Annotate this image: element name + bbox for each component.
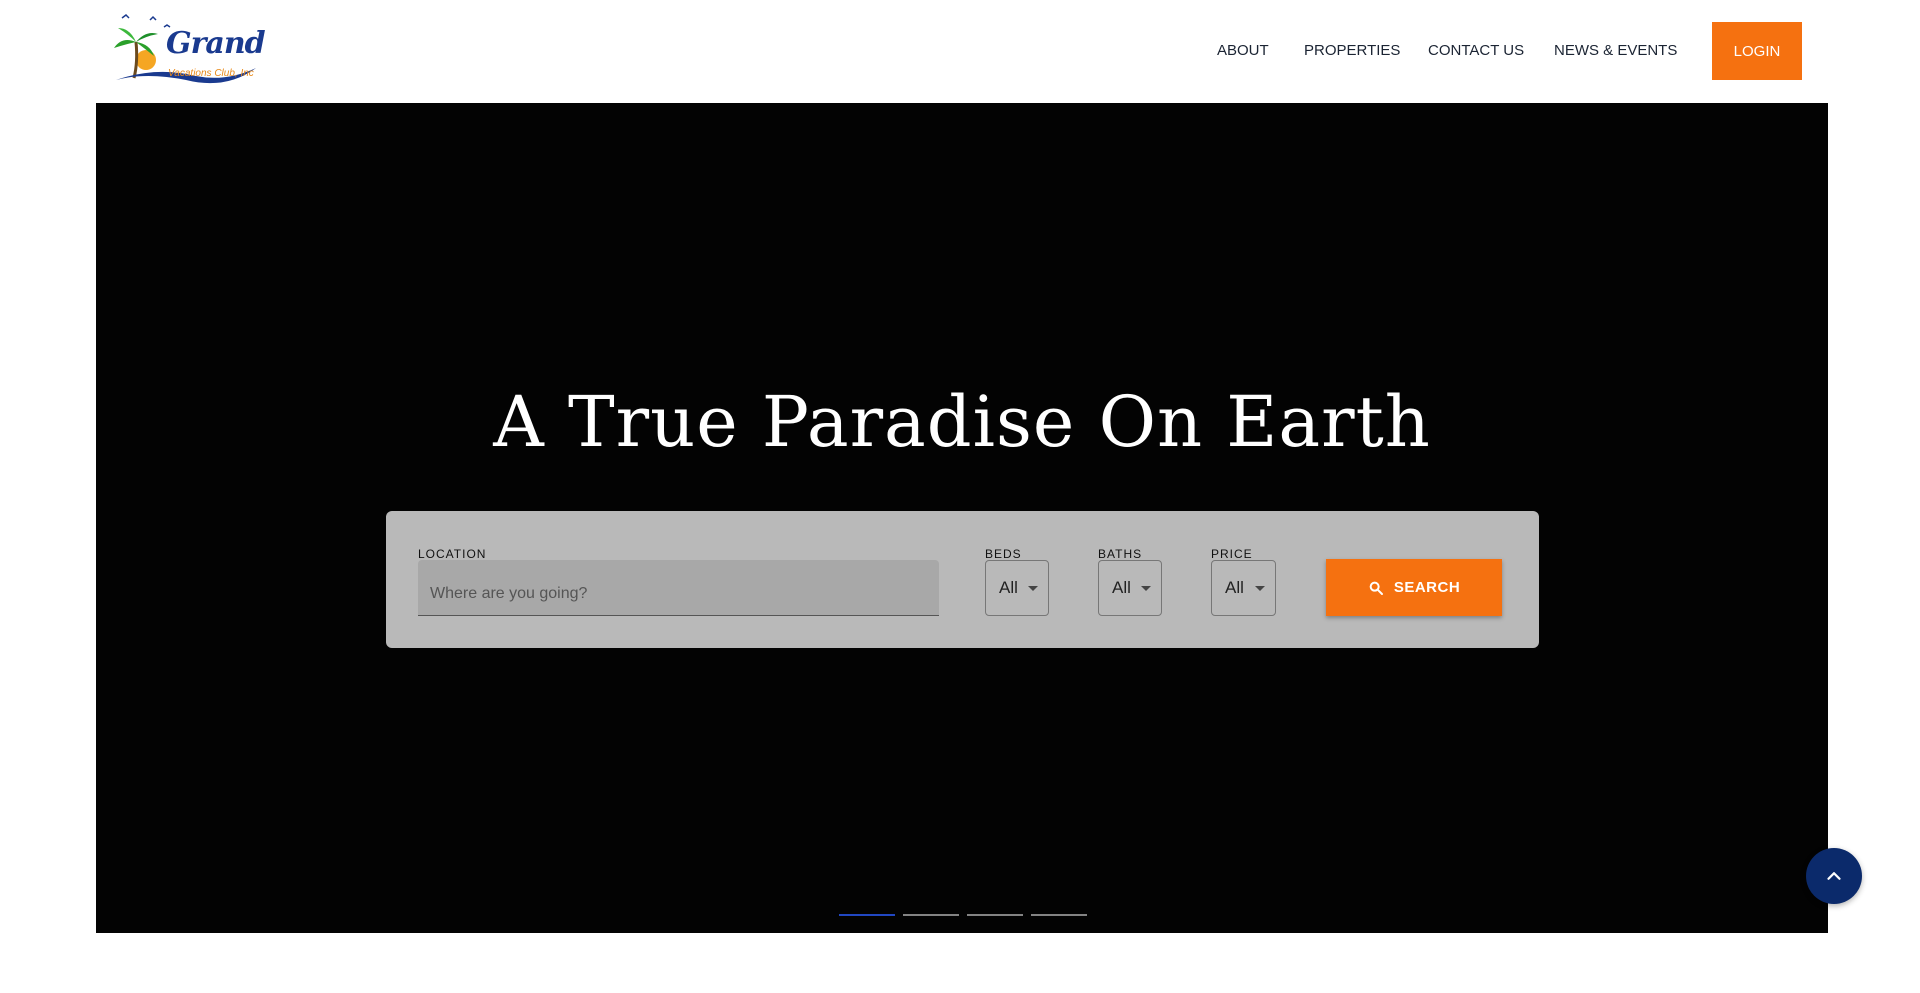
- search-button[interactable]: SEARCH: [1326, 559, 1502, 616]
- slide-dot-2[interactable]: [903, 914, 959, 916]
- search-icon: [1369, 581, 1383, 595]
- baths-value: All: [1112, 578, 1131, 597]
- logo-subtitle: Vacations Club, Inc: [168, 68, 254, 79]
- search-button-label: SEARCH: [1393, 579, 1461, 596]
- hero-title: A True Paradise On Earth: [493, 381, 1431, 463]
- beds-value: All: [999, 578, 1018, 597]
- baths-select[interactable]: All: [1098, 560, 1162, 616]
- baths-label: BATHS: [1098, 547, 1143, 561]
- nav-item-properties[interactable]: PROPERTIES: [1304, 42, 1400, 59]
- price-value: All: [1225, 578, 1244, 597]
- location-label: LOCATION: [418, 547, 487, 561]
- slide-dot-1[interactable]: [839, 914, 895, 916]
- search-panel: LOCATION BEDS All BATHS All PRICE All SE…: [386, 511, 1539, 648]
- location-input[interactable]: [418, 560, 939, 616]
- logo[interactable]: Grand Vacations Club, Inc: [112, 14, 266, 84]
- beds-select[interactable]: All: [985, 560, 1049, 616]
- scroll-to-top-button[interactable]: [1806, 848, 1862, 904]
- site-header: Grand Vacations Club, Inc ABOUT PROPERTI…: [0, 0, 1920, 103]
- price-label: PRICE: [1211, 547, 1253, 561]
- caret-down-icon: [1255, 586, 1265, 591]
- slide-dot-4[interactable]: [1031, 914, 1087, 916]
- slide-dot-3[interactable]: [967, 914, 1023, 916]
- nav-item-contact-us[interactable]: CONTACT US: [1428, 42, 1524, 59]
- login-button[interactable]: LOGIN: [1712, 22, 1802, 80]
- caret-down-icon: [1028, 586, 1038, 591]
- caret-down-icon: [1141, 586, 1151, 591]
- nav-item-news-events[interactable]: NEWS & EVENTS: [1554, 42, 1677, 59]
- logo-wordmark: Grand: [166, 26, 266, 61]
- price-select[interactable]: All: [1211, 560, 1276, 616]
- beds-label: BEDS: [985, 547, 1022, 561]
- chevron-up-icon: [1827, 872, 1841, 880]
- hero-banner: A True Paradise On Earth LOCATION BEDS A…: [96, 103, 1828, 933]
- nav-item-about[interactable]: ABOUT: [1217, 42, 1269, 59]
